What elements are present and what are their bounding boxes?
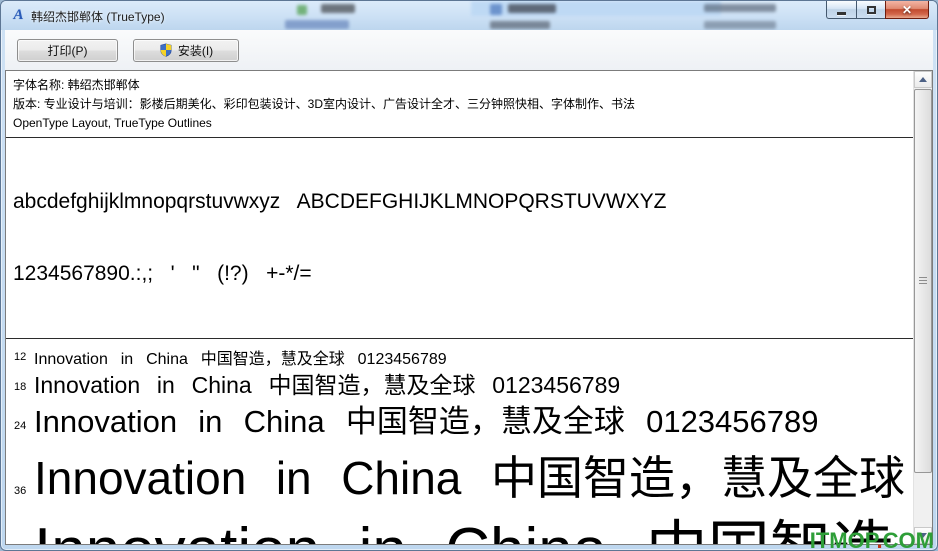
numerals-sample-line: 1234567890.:,; ' " (!?) +-*/= <box>13 262 312 285</box>
size-sample-row-36: 36 Innovation in China 中国智造，慧及全球 0123456… <box>6 436 913 501</box>
sample-text: Innovation in China 中国智造，慧及全球 0123456789 <box>34 350 447 367</box>
sample-text: Innovation in China 中国智造，慧及全球 0123456789 <box>34 520 913 544</box>
print-button-label: 打印(P) <box>47 43 88 58</box>
titlebar-glass-artifact <box>508 4 556 13</box>
font-info: 字体名称: 韩绍杰邯郸体 版本: 专业设计与培训：影楼后期美化、彩印包装设计、3… <box>6 71 913 135</box>
maximize-button[interactable] <box>856 1 885 19</box>
close-icon: ✕ <box>901 2 913 17</box>
titlebar-glass-artifact <box>297 5 307 15</box>
titlebar-glass-artifact <box>490 4 502 15</box>
close-button[interactable]: ✕ <box>885 1 929 19</box>
install-button-label: 安装(I) <box>177 43 214 58</box>
toolbar: 打印(P) 安装(I) <box>5 30 933 70</box>
font-file-icon: A <box>13 7 24 23</box>
size-label: 24 <box>14 420 27 432</box>
titlebar-glass-artifact <box>321 4 355 13</box>
size-label: 12 <box>14 351 27 363</box>
sample-text: Innovation in China 中国智造，慧及全球 0123456789 <box>34 403 819 436</box>
watermark-prefix: ITMOP <box>809 528 877 551</box>
glyph-sample-block: abcdefghijklmnopqrstuvwxyz ABCDEFGHIJKLM… <box>6 138 913 336</box>
scrollbar-track[interactable] <box>914 88 932 527</box>
alphabet-sample-line: abcdefghijklmnopqrstuvwxyz ABCDEFGHIJKLM… <box>13 190 667 213</box>
print-button[interactable]: 打印(P) <box>17 38 118 62</box>
sample-text: Innovation in China 中国智造，慧及全球 0123456789 <box>34 372 621 397</box>
scrollbar-grip-icon <box>919 277 927 285</box>
size-sample-row-48: 48 Innovation in China 中国智造，慧及全球 0123456… <box>6 501 913 544</box>
window-title: 韩绍杰邯郸体 (TrueType) <box>31 10 165 24</box>
maximize-icon <box>866 5 876 14</box>
titlebar-glass-artifact <box>704 4 776 12</box>
size-sample-row-24: 24 Innovation in China 中国智造，慧及全球 0123456… <box>6 397 913 436</box>
sample-text: Innovation in China 中国智造，慧及全球 0123456789 <box>34 452 905 501</box>
minimize-button[interactable] <box>826 1 856 19</box>
scroll-up-button[interactable] <box>914 71 932 88</box>
size-label: 36 <box>14 485 27 497</box>
titlebar-glass-artifact <box>704 21 776 29</box>
watermark-suffix: COM <box>882 528 934 551</box>
font-technology-line: OpenType Layout, TrueType Outlines <box>13 116 212 130</box>
size-sample-row-12: 12 Innovation in China 中国智造，慧及全球 0123456… <box>6 339 913 367</box>
font-version-line: 版本: 专业设计与培训：影楼后期美化、彩印包装设计、3D室内设计、广告设计全才、… <box>13 97 636 111</box>
vertical-scrollbar[interactable] <box>913 71 932 544</box>
preview-content: 字体名称: 韩绍杰邯郸体 版本: 专业设计与培训：影楼后期美化、彩印包装设计、3… <box>6 71 913 544</box>
titlebar-glass-artifact <box>285 20 349 29</box>
scrollbar-thumb[interactable] <box>914 89 932 473</box>
font-viewer-window: A 韩绍杰邯郸体 (TrueType) ✕ 打印(P) 安装(I) 字体名称: … <box>0 0 938 551</box>
minimize-icon <box>837 11 846 15</box>
font-preview-pane: 字体名称: 韩绍杰邯郸体 版本: 专业设计与培训：影楼后期美化、彩印包装设计、3… <box>5 70 933 545</box>
scroll-up-icon <box>919 77 927 82</box>
itmop-watermark: ITMOP.COM <box>809 528 934 551</box>
caption-buttons: ✕ <box>826 1 929 19</box>
install-button[interactable]: 安装(I) <box>133 38 239 62</box>
size-sample-row-18: 18 Innovation in China 中国智造，慧及全球 0123456… <box>6 367 913 397</box>
font-name-line: 字体名称: 韩绍杰邯郸体 <box>13 78 140 92</box>
titlebar-glass-artifact <box>490 21 550 29</box>
titlebar: A 韩绍杰邯郸体 (TrueType) ✕ <box>1 1 937 30</box>
uac-shield-icon <box>160 43 172 57</box>
size-label: 18 <box>14 381 27 393</box>
